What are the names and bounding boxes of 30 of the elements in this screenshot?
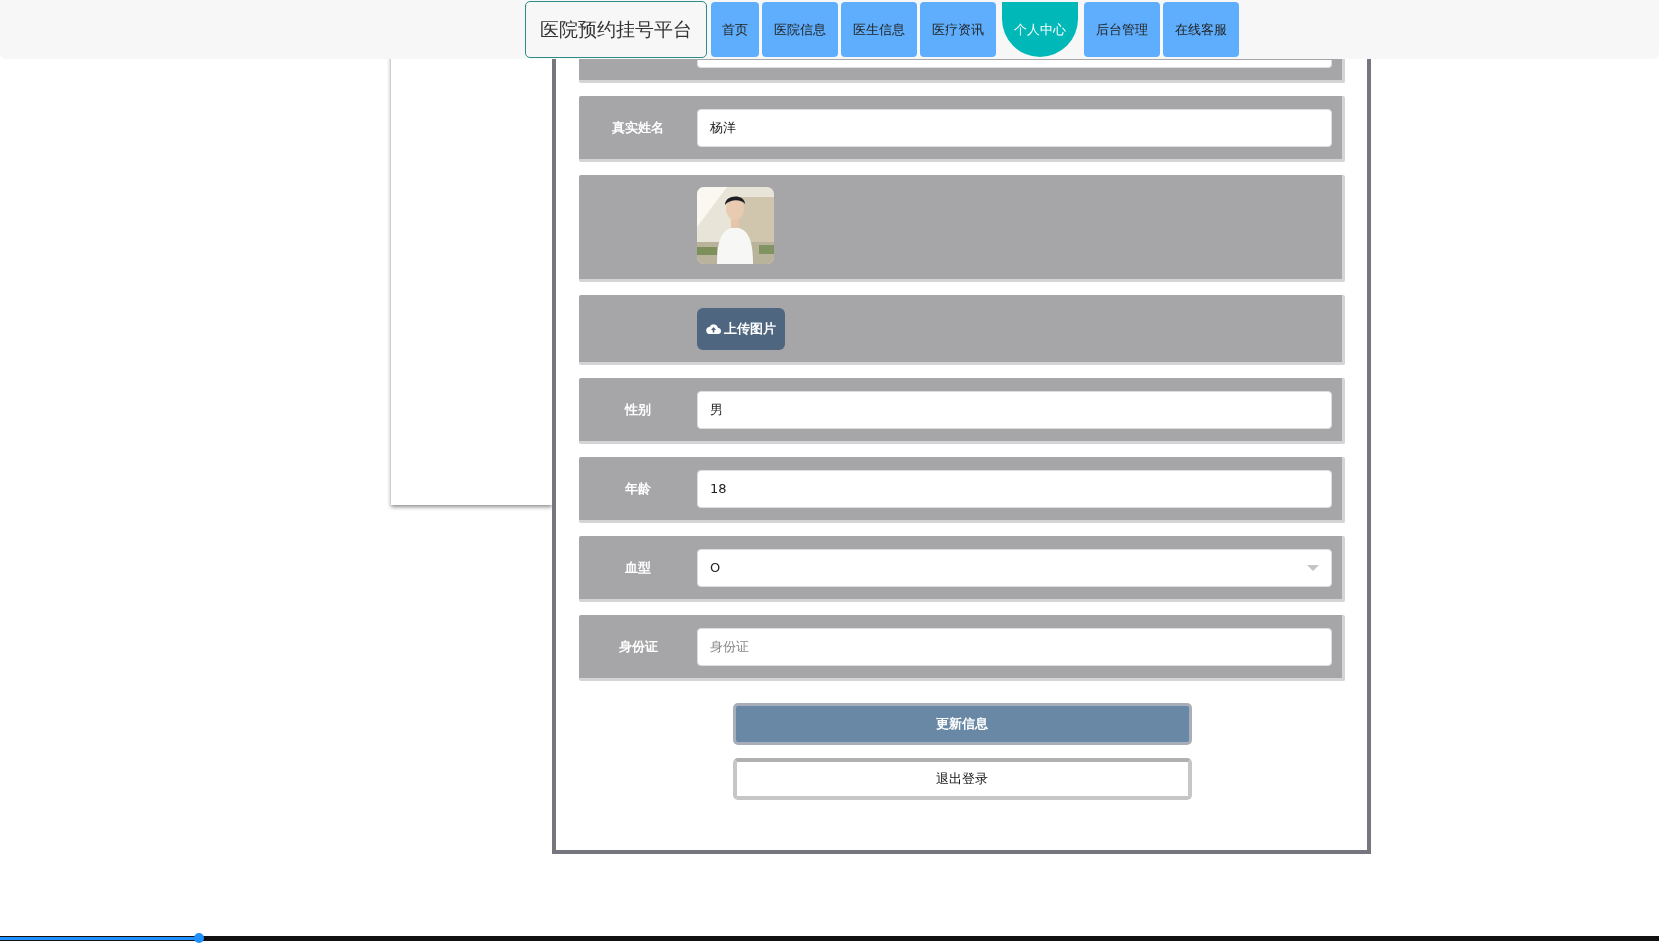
- select-field[interactable]: O: [697, 548, 1332, 587]
- dropdown-caret-icon: [1307, 564, 1319, 571]
- field-value: 18: [710, 481, 727, 496]
- nav-tab[interactable]: 医生信息: [841, 2, 917, 57]
- field-label: 血型: [624, 558, 652, 577]
- field-value: 杨洋: [710, 118, 736, 137]
- field-placeholder: 身份证: [710, 637, 749, 656]
- update-button[interactable]: 更新信息: [732, 703, 1192, 745]
- input-field[interactable]: 杨洋: [697, 108, 1332, 147]
- site-title: 医院预约挂号平台: [525, 1, 707, 58]
- field-value: 男: [710, 400, 723, 419]
- nav-tab[interactable]: 首页: [711, 2, 759, 57]
- nav-tab[interactable]: 医疗资讯: [920, 2, 996, 57]
- input-field[interactable]: 18: [697, 469, 1332, 508]
- input-field[interactable]: 身份证: [697, 627, 1332, 666]
- field-label: 性别: [623, 400, 652, 419]
- nav-tab[interactable]: 医院信息: [762, 2, 838, 57]
- nav-tab[interactable]: 后台管理: [1084, 2, 1160, 57]
- logout-button[interactable]: 退出登录: [732, 758, 1192, 800]
- progress-track[interactable]: [0, 936, 1659, 941]
- nav-tab[interactable]: 在线客服: [1163, 2, 1239, 57]
- field-label: 年龄: [624, 479, 652, 498]
- input-field[interactable]: [697, 60, 1332, 68]
- upload-button[interactable]: 上传图片: [697, 307, 785, 350]
- cloud-upload-icon: [706, 323, 721, 334]
- field-label: 真实姓名: [611, 118, 665, 137]
- progress-handle[interactable]: [194, 933, 205, 943]
- input-field[interactable]: 男: [697, 390, 1332, 429]
- field-label: 身份证: [617, 637, 659, 656]
- field-value: O: [710, 560, 721, 575]
